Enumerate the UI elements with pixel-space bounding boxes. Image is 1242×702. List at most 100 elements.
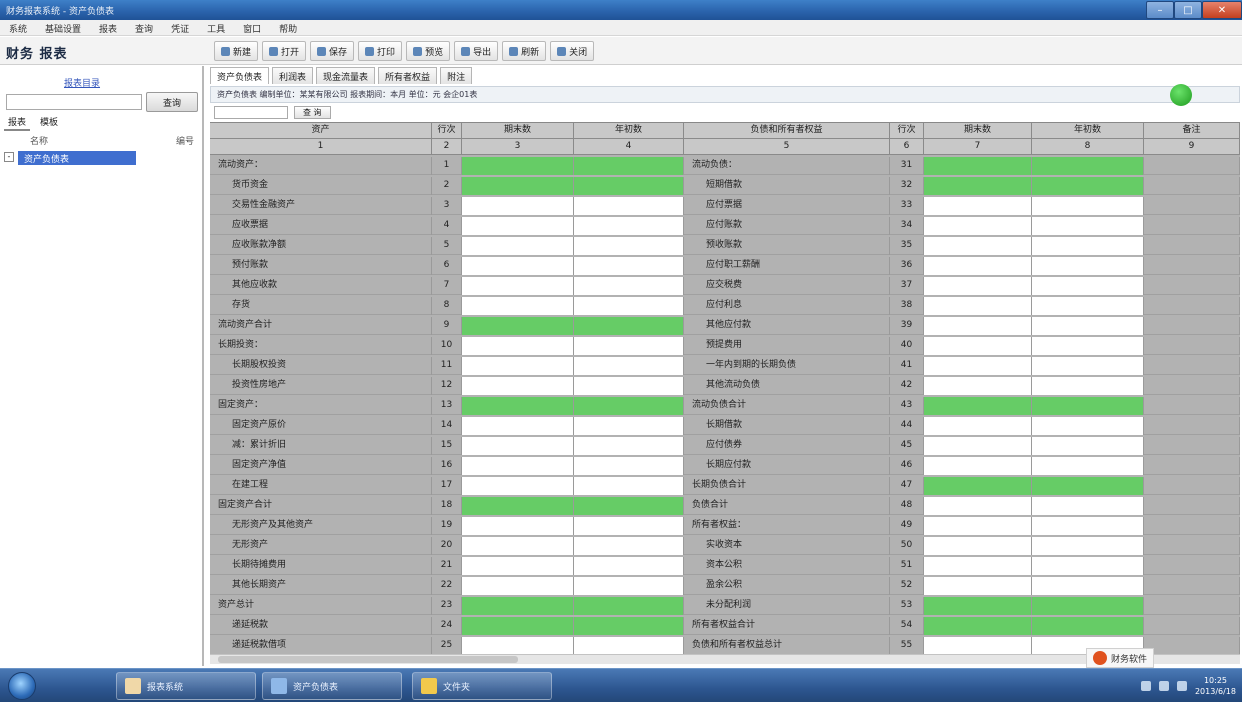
table-cell[interactable] [924, 557, 1032, 575]
report-tab[interactable]: 所有者权益 [378, 67, 438, 84]
column-header[interactable]: 9 [1144, 139, 1240, 155]
table-cell[interactable] [924, 257, 1032, 275]
table-cell[interactable] [574, 217, 684, 235]
table-cell[interactable] [924, 477, 1032, 495]
table-cell[interactable] [1032, 337, 1144, 355]
table-cell[interactable] [924, 237, 1032, 255]
table-cell[interactable] [1032, 317, 1144, 335]
start-button[interactable] [8, 672, 36, 700]
menu-item[interactable]: 窗口 [234, 20, 270, 35]
table-cell[interactable] [1032, 617, 1144, 635]
report-tab[interactable]: 现金流量表 [316, 67, 376, 84]
column-header[interactable]: 3 [462, 139, 574, 155]
table-cell[interactable] [462, 517, 574, 535]
table-cell[interactable] [574, 397, 684, 415]
toolbar-button[interactable]: 保存 [310, 41, 355, 61]
tree-node-selected[interactable]: 资产负债表 [18, 151, 136, 165]
table-cell[interactable] [574, 577, 684, 595]
close-button[interactable]: ✕ [1202, 1, 1242, 19]
table-cell[interactable] [1032, 277, 1144, 295]
table-cell[interactable] [462, 197, 574, 215]
column-header[interactable]: 1 [210, 139, 432, 155]
table-cell[interactable] [924, 157, 1032, 175]
menu-item[interactable]: 报表 [90, 20, 126, 35]
table-cell[interactable] [1032, 577, 1144, 595]
filter-button[interactable]: 查 询 [294, 105, 331, 119]
table-cell[interactable] [462, 397, 574, 415]
table-cell[interactable] [574, 157, 684, 175]
table-cell[interactable] [574, 617, 684, 635]
table-cell[interactable] [1032, 457, 1144, 475]
table-cell[interactable] [924, 497, 1032, 515]
table-cell[interactable] [462, 337, 574, 355]
catalog-link[interactable]: 报表目录 [64, 76, 100, 89]
table-cell[interactable] [462, 237, 574, 255]
toolbar-button[interactable]: 预览 [406, 41, 451, 61]
toolbar-button[interactable]: 关闭 [550, 41, 595, 61]
table-cell[interactable] [574, 197, 684, 215]
table-cell[interactable] [462, 177, 574, 195]
column-header[interactable]: 行次 [432, 123, 462, 139]
table-cell[interactable] [1032, 557, 1144, 575]
table-cell[interactable] [1032, 497, 1144, 515]
table-cell[interactable] [1032, 157, 1144, 175]
taskbar-item[interactable]: 文件夹 [412, 672, 552, 700]
column-header[interactable]: 年初数 [574, 123, 684, 139]
table-cell[interactable] [1032, 197, 1144, 215]
menu-item[interactable]: 系统 [0, 20, 36, 35]
table-cell[interactable] [462, 557, 574, 575]
maximize-button[interactable]: □ [1174, 1, 1202, 19]
table-cell[interactable] [924, 357, 1032, 375]
table-cell[interactable] [924, 297, 1032, 315]
table-cell[interactable] [924, 597, 1032, 615]
panel-tab[interactable]: 报表 [4, 114, 31, 131]
table-cell[interactable] [1032, 377, 1144, 395]
taskbar-item[interactable]: 资产负债表 [262, 672, 402, 700]
table-cell[interactable] [1032, 537, 1144, 555]
table-cell[interactable] [1032, 477, 1144, 495]
column-header[interactable]: 负债和所有者权益 [684, 123, 890, 139]
column-header[interactable]: 资产 [210, 123, 432, 139]
table-cell[interactable] [924, 617, 1032, 635]
table-cell[interactable] [462, 457, 574, 475]
table-cell[interactable] [462, 257, 574, 275]
table-cell[interactable] [1032, 397, 1144, 415]
search-button[interactable]: 查询 [146, 92, 198, 112]
table-cell[interactable] [1032, 357, 1144, 375]
toolbar-button[interactable]: 打印 [358, 41, 403, 61]
table-cell[interactable] [924, 197, 1032, 215]
keyboard-icon[interactable] [1176, 681, 1187, 691]
column-header[interactable]: 7 [924, 139, 1032, 155]
table-cell[interactable] [574, 477, 684, 495]
tree-collapse-icon[interactable]: - [4, 152, 14, 162]
toolbar-button[interactable]: 打开 [262, 41, 307, 61]
table-cell[interactable] [1032, 297, 1144, 315]
table-cell[interactable] [574, 597, 684, 615]
column-header[interactable]: 备注 [1144, 123, 1240, 139]
table-cell[interactable] [924, 277, 1032, 295]
panel-tab[interactable]: 模板 [36, 114, 62, 131]
filter-input[interactable] [214, 105, 288, 119]
menu-item[interactable]: 凭证 [162, 20, 198, 35]
column-header[interactable]: 8 [1032, 139, 1144, 155]
table-cell[interactable] [574, 317, 684, 335]
table-cell[interactable] [574, 277, 684, 295]
network-icon[interactable] [1140, 681, 1151, 691]
table-cell[interactable] [574, 377, 684, 395]
table-cell[interactable] [924, 177, 1032, 195]
toolbar-button[interactable]: 新建 [214, 41, 259, 61]
table-cell[interactable] [574, 417, 684, 435]
table-cell[interactable] [574, 257, 684, 275]
table-cell[interactable] [924, 577, 1032, 595]
volume-icon[interactable] [1158, 681, 1169, 691]
scrollbar-thumb[interactable] [218, 656, 518, 663]
table-cell[interactable] [574, 497, 684, 515]
table-cell[interactable] [574, 337, 684, 355]
table-cell[interactable] [574, 637, 684, 654]
table-cell[interactable] [924, 377, 1032, 395]
table-cell[interactable] [574, 537, 684, 555]
table-cell[interactable] [462, 437, 574, 455]
table-cell[interactable] [574, 437, 684, 455]
table-cell[interactable] [1032, 517, 1144, 535]
table-cell[interactable] [462, 317, 574, 335]
